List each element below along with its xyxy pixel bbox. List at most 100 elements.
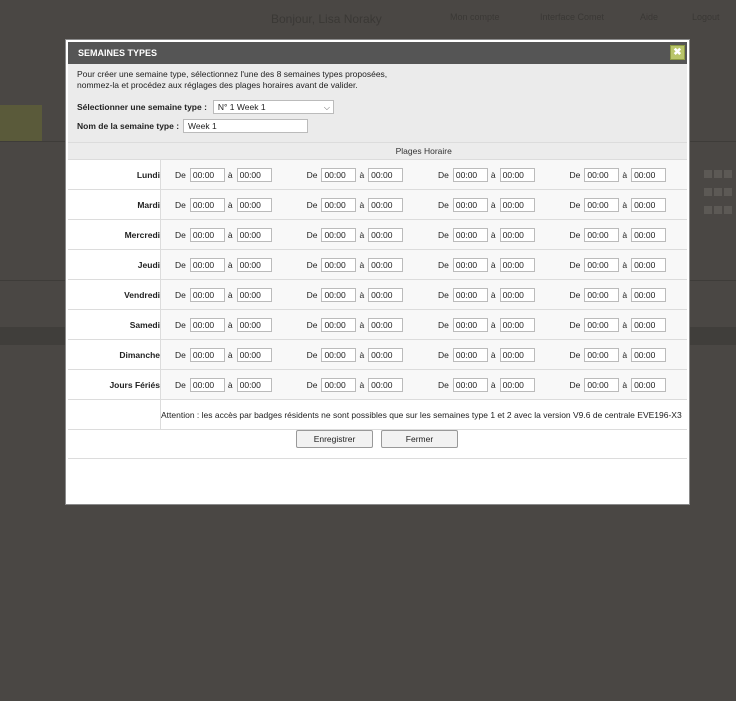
end-time-input[interactable]: 00:00 [236, 167, 272, 182]
start-time-input[interactable]: 00:00 [321, 227, 357, 242]
end-time-input[interactable]: 00:00 [368, 377, 404, 392]
end-time-input[interactable]: 00:00 [236, 257, 272, 272]
time-slot-inner: De 00:00 à 00:00 [555, 287, 687, 302]
start-time-input[interactable]: 00:00 [189, 317, 225, 332]
end-time-input[interactable]: 00:00 [499, 317, 535, 332]
to-label: à [359, 349, 365, 360]
schedule-row: Samedi De 00:00 à 00:00 De 00:00 à 00:00 De 00:00 à… [68, 309, 687, 340]
start-time-input[interactable]: 00:00 [584, 317, 620, 332]
end-time-input[interactable]: 00:00 [499, 197, 535, 212]
start-time-input[interactable]: 00:00 [189, 197, 225, 212]
start-time-input[interactable]: 00:00 [321, 167, 357, 182]
from-label: De [438, 349, 449, 360]
time-slot-inner: De 00:00 à 00:00 [424, 287, 555, 302]
start-time-input[interactable]: 00:00 [189, 167, 225, 182]
end-time-input[interactable]: 00:00 [631, 377, 667, 392]
end-time-input[interactable]: 00:00 [236, 227, 272, 242]
end-time-input[interactable]: 00:00 [631, 317, 667, 332]
end-time-input[interactable]: 00:00 [499, 377, 535, 392]
intro-line: nommez-la et procédez aux réglages des p… [77, 80, 358, 90]
end-time-input[interactable]: 00:00 [499, 257, 535, 272]
to-label: à [490, 289, 496, 300]
to-label: à [227, 349, 233, 360]
close-icon[interactable]: ✖ [670, 45, 685, 60]
end-time-input[interactable]: 00:00 [631, 167, 667, 182]
end-time-input[interactable]: 00:00 [499, 347, 535, 362]
start-time-input[interactable]: 00:00 [321, 347, 357, 362]
start-time-input[interactable]: 00:00 [321, 287, 357, 302]
save-button[interactable]: Enregistrer [296, 430, 373, 448]
end-time-input[interactable]: 00:00 [499, 167, 535, 182]
end-time-input[interactable]: 00:00 [368, 167, 404, 182]
start-time-input[interactable]: 00:00 [584, 377, 620, 392]
end-time-input[interactable]: 00:00 [631, 197, 667, 212]
start-time-input[interactable]: 00:00 [189, 347, 225, 362]
to-label: à [359, 259, 365, 270]
end-time-input[interactable]: 00:00 [236, 197, 272, 212]
end-time-input[interactable]: 00:00 [368, 347, 404, 362]
start-time-input[interactable]: 00:00 [452, 167, 488, 182]
time-slot-inner: De 00:00 à 00:00 [424, 167, 555, 182]
from-label: De [569, 379, 581, 390]
start-time-input[interactable]: 00:00 [452, 257, 488, 272]
end-time-input[interactable]: 00:00 [368, 227, 404, 242]
end-time-input[interactable]: 00:00 [631, 347, 667, 362]
start-time-input[interactable]: 00:00 [452, 287, 488, 302]
start-time-input[interactable]: 00:00 [584, 227, 620, 242]
to-label: à [359, 169, 365, 180]
time-slot: De 00:00 à 00:00 [424, 219, 556, 250]
time-slot: De 00:00 à 00:00 [424, 309, 556, 340]
end-time-input[interactable]: 00:00 [368, 287, 404, 302]
start-time-input[interactable]: 00:00 [452, 317, 488, 332]
end-time-input[interactable]: 00:00 [368, 197, 404, 212]
end-time-input[interactable]: 00:00 [631, 287, 667, 302]
from-label: De [569, 229, 581, 240]
start-time-input[interactable]: 00:00 [321, 197, 357, 212]
start-time-input[interactable]: 00:00 [452, 197, 488, 212]
to-label: à [227, 169, 233, 180]
end-time-input[interactable]: 00:00 [499, 227, 535, 242]
start-time-input[interactable]: 00:00 [584, 167, 620, 182]
to-label: à [622, 229, 628, 240]
background-panel [0, 105, 42, 141]
time-slot-inner: De 00:00 à 00:00 [161, 227, 293, 242]
start-time-input[interactable]: 00:00 [584, 257, 620, 272]
end-time-input[interactable]: 00:00 [631, 227, 667, 242]
time-slot: De 00:00 à 00:00 [555, 279, 687, 310]
end-time-input[interactable]: 00:00 [236, 347, 272, 362]
time-slot-inner: De 00:00 à 00:00 [424, 197, 555, 212]
start-time-input[interactable]: 00:00 [452, 347, 488, 362]
from-label: De [438, 319, 449, 330]
week-type-select[interactable]: N° 1 Week 1 ⌵ [212, 100, 334, 114]
start-time-input[interactable]: 00:00 [452, 377, 488, 392]
background-link-interface: Interface Comet [540, 12, 605, 22]
time-slot: De 00:00 à 00:00 [292, 339, 425, 370]
from-label: De [306, 349, 318, 360]
end-time-input[interactable]: 00:00 [368, 257, 404, 272]
end-time-input[interactable]: 00:00 [631, 257, 667, 272]
to-label: à [359, 289, 365, 300]
start-time-input[interactable]: 00:00 [452, 227, 488, 242]
start-time-input[interactable]: 00:00 [321, 377, 357, 392]
start-time-input[interactable]: 00:00 [189, 377, 225, 392]
end-time-input[interactable]: 00:00 [236, 377, 272, 392]
start-time-input[interactable]: 00:00 [584, 347, 620, 362]
start-time-input[interactable]: 00:00 [321, 257, 357, 272]
to-label: à [622, 379, 628, 390]
end-time-input[interactable]: 00:00 [236, 317, 272, 332]
end-time-input[interactable]: 00:00 [368, 317, 404, 332]
day-label: Mardi [68, 189, 161, 220]
week-name-input[interactable]: Week 1 [183, 119, 309, 133]
end-time-input[interactable]: 00:00 [499, 287, 535, 302]
start-time-input[interactable]: 00:00 [189, 227, 225, 242]
select-value: N° 1 Week 1 [217, 102, 266, 112]
to-label: à [490, 169, 496, 180]
start-time-input[interactable]: 00:00 [189, 287, 225, 302]
start-time-input[interactable]: 00:00 [584, 197, 620, 212]
time-slot: De 00:00 à 00:00 [160, 369, 293, 400]
start-time-input[interactable]: 00:00 [189, 257, 225, 272]
start-time-input[interactable]: 00:00 [321, 317, 357, 332]
start-time-input[interactable]: 00:00 [584, 287, 620, 302]
close-button[interactable]: Fermer [381, 430, 458, 448]
end-time-input[interactable]: 00:00 [236, 287, 272, 302]
